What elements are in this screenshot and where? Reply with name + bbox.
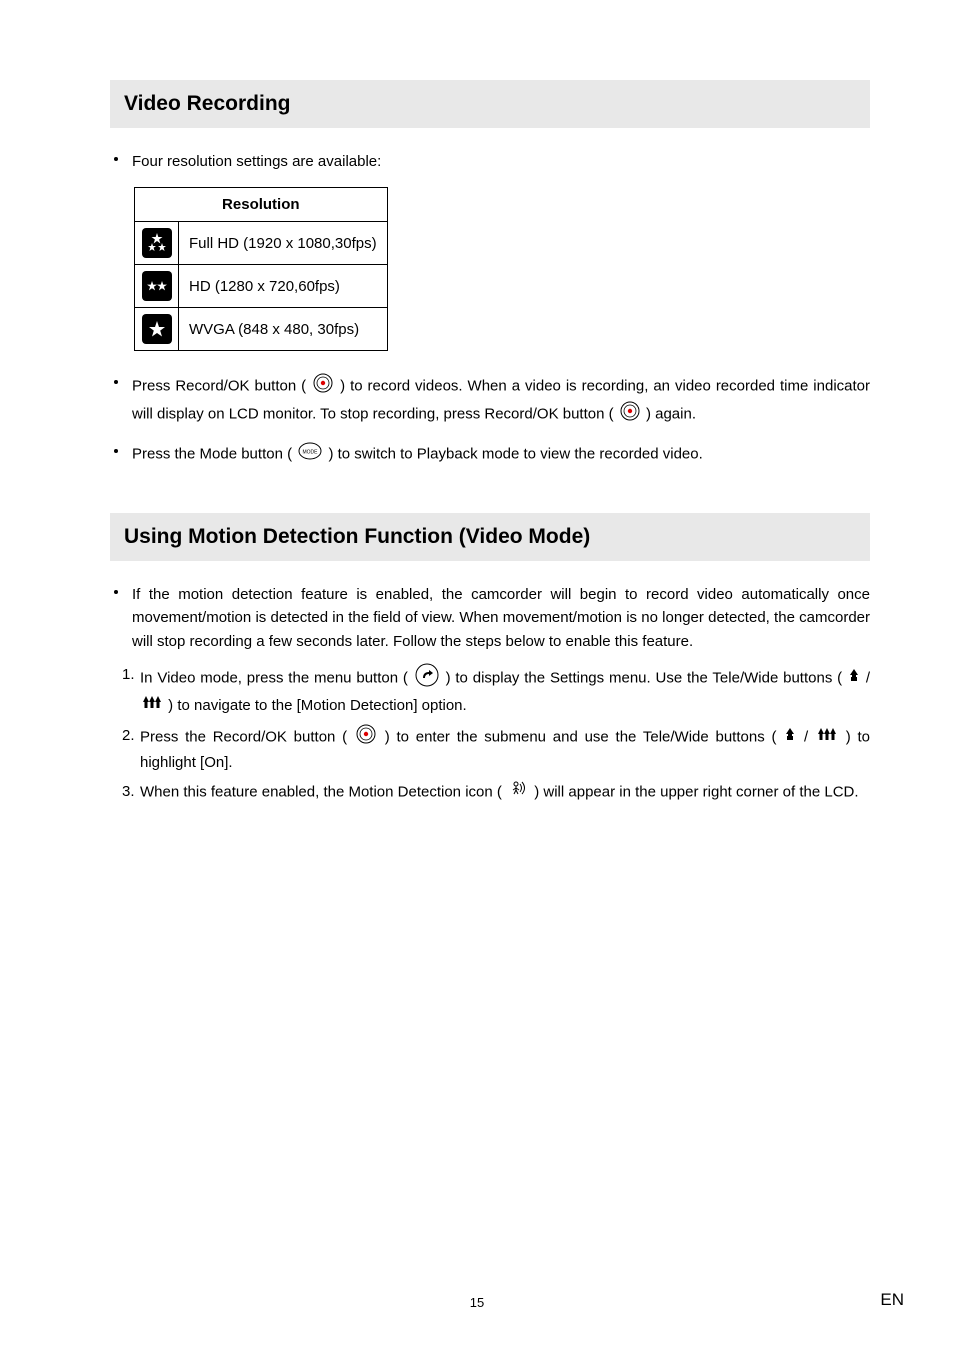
- record-ok-button-icon: [620, 401, 640, 428]
- bullet-item: Four resolution settings are available:: [114, 150, 870, 173]
- bullet-dot-icon: [114, 380, 118, 384]
- text-frag: ) to navigate to the [Motion Detection] …: [168, 697, 467, 714]
- one-star-icon: [142, 314, 172, 344]
- step-number: 1.: [122, 663, 140, 686]
- table-row: Full HD (1920 x 1080,30fps): [135, 222, 388, 265]
- record-ok-button-icon: [356, 724, 376, 751]
- resolution-table: Resolution Full HD (1920 x 1080,30fps) H…: [134, 187, 388, 351]
- table-row: WVGA (848 x 480, 30fps): [135, 308, 388, 351]
- bullet-item: Press Record/OK button ( ) to record vid…: [114, 373, 870, 428]
- text-frag: ) to enter the submenu and use the Tele/…: [385, 728, 784, 745]
- text-frag: When this feature enabled, the Motion De…: [140, 784, 506, 801]
- text-frag: /: [866, 669, 870, 686]
- bullet-item: Press the Mode button ( MODE ) to switch…: [114, 442, 870, 467]
- text-frag: ) again.: [646, 405, 696, 422]
- bullet-text: Press Record/OK button ( ) to record vid…: [132, 373, 870, 428]
- text-frag: In Video mode, press the menu button (: [140, 669, 413, 686]
- menu-button-icon: [415, 663, 439, 694]
- bullet-item: If the motion detection feature is enabl…: [114, 583, 870, 653]
- step-text: In Video mode, press the menu button ( )…: [140, 663, 870, 718]
- tele-tree-icon: [849, 667, 859, 690]
- text-frag: ) will appear in the upper right corner …: [534, 784, 858, 801]
- section-header-motion: Using Motion Detection Function (Video M…: [110, 513, 870, 561]
- text-frag: /: [804, 728, 815, 745]
- page-footer: 15 EN: [0, 1295, 954, 1310]
- bullet-dot-icon: [114, 449, 118, 453]
- table-row: HD (1280 x 720,60fps): [135, 265, 388, 308]
- text-frag: ) to switch to Playback mode to view the…: [328, 445, 702, 462]
- two-star-icon: [142, 271, 172, 301]
- resolution-label: WVGA (848 x 480, 30fps): [179, 308, 388, 351]
- step-text: When this feature enabled, the Motion De…: [140, 780, 870, 805]
- language-indicator: EN: [880, 1290, 904, 1310]
- bullet-text: Four resolution settings are available:: [132, 150, 381, 173]
- bullet-dot-icon: [114, 157, 118, 161]
- record-ok-button-icon: [313, 373, 333, 400]
- text-frag: Press Record/OK button (: [132, 378, 311, 395]
- three-star-icon: [142, 228, 172, 258]
- text-frag: Press the Mode button (: [132, 445, 296, 462]
- resolution-icon-cell: [135, 308, 179, 351]
- list-item: 3. When this feature enabled, the Motion…: [122, 780, 870, 805]
- text-frag: Press the Record/OK button (: [140, 728, 354, 745]
- mode-button-icon: MODE: [298, 442, 322, 467]
- list-item: 1. In Video mode, press the menu button …: [122, 663, 870, 718]
- section-header-video: Video Recording: [110, 80, 870, 128]
- bullet-dot-icon: [114, 590, 118, 594]
- wide-trees-icon: [142, 694, 162, 717]
- section-title-video: Video Recording: [124, 92, 856, 116]
- tele-tree-icon: [785, 726, 795, 749]
- step-number: 3.: [122, 780, 140, 803]
- resolution-label: HD (1280 x 720,60fps): [179, 265, 388, 308]
- bullet-text: Press the Mode button ( MODE ) to switch…: [132, 442, 703, 467]
- section-title-motion: Using Motion Detection Function (Video M…: [124, 525, 856, 549]
- step-text: Press the Record/OK button ( ) to enter …: [140, 724, 870, 775]
- page-number: 15: [0, 1295, 954, 1310]
- list-item: 2. Press the Record/OK button ( ) to ent…: [122, 724, 870, 775]
- text-frag: ) to display the Settings menu. Use the …: [446, 669, 847, 686]
- bullet-text: If the motion detection feature is enabl…: [132, 583, 870, 653]
- motion-detection-icon: [508, 780, 528, 805]
- resolution-icon-cell: [135, 265, 179, 308]
- resolution-icon-cell: [135, 222, 179, 265]
- svg-text:MODE: MODE: [303, 449, 319, 455]
- step-number: 2.: [122, 724, 140, 747]
- resolution-label: Full HD (1920 x 1080,30fps): [179, 222, 388, 265]
- wide-trees-icon: [817, 726, 837, 749]
- resolution-header: Resolution: [135, 188, 388, 222]
